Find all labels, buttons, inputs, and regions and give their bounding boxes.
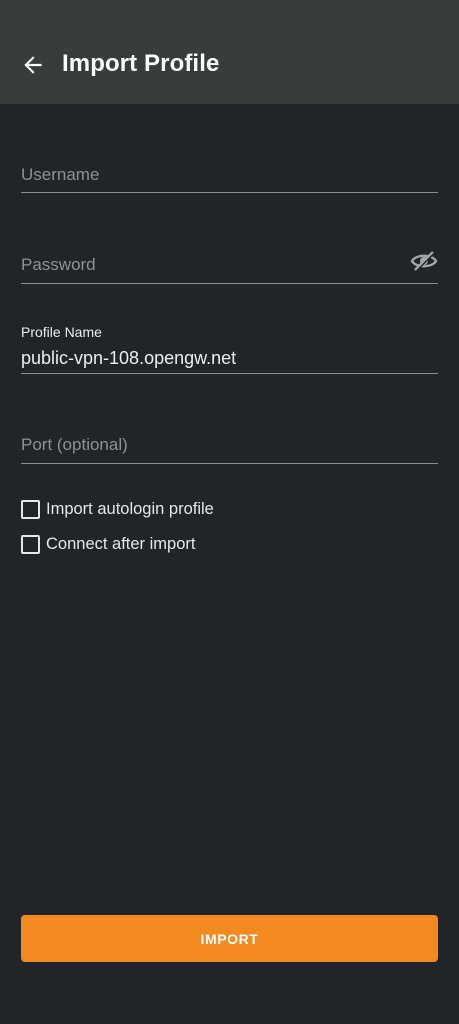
username-field-container: [21, 160, 438, 194]
back-button[interactable]: [18, 50, 48, 80]
page-title: Import Profile: [62, 50, 220, 77]
port-underline: [21, 463, 438, 464]
import-autologin-option[interactable]: Import autologin profile: [21, 500, 214, 519]
connect-after-import-checkbox[interactable]: [21, 535, 40, 554]
username-underline: [21, 192, 438, 193]
profile-name-label: Profile Name: [21, 324, 102, 340]
connect-after-import-option[interactable]: Connect after import: [21, 535, 195, 554]
import-button[interactable]: IMPORT: [21, 915, 438, 962]
password-visibility-toggle[interactable]: [410, 250, 438, 277]
eye-off-icon: [410, 251, 438, 272]
connect-after-import-label: Connect after import: [46, 535, 196, 553]
port-input[interactable]: [21, 432, 438, 458]
profile-name-underline: [21, 373, 438, 374]
password-field-container: [21, 250, 438, 284]
profile-name-input[interactable]: [21, 344, 438, 372]
import-autologin-checkbox[interactable]: [21, 500, 40, 519]
port-field-container: [21, 430, 438, 466]
arrow-left-icon: [24, 56, 42, 74]
profile-name-field-container: Profile Name: [21, 322, 438, 376]
password-input[interactable]: [21, 252, 401, 278]
app-bar: Import Profile: [0, 0, 459, 104]
username-input[interactable]: [21, 162, 438, 188]
password-underline: [21, 283, 438, 284]
import-autologin-label: Import autologin profile: [46, 500, 214, 518]
